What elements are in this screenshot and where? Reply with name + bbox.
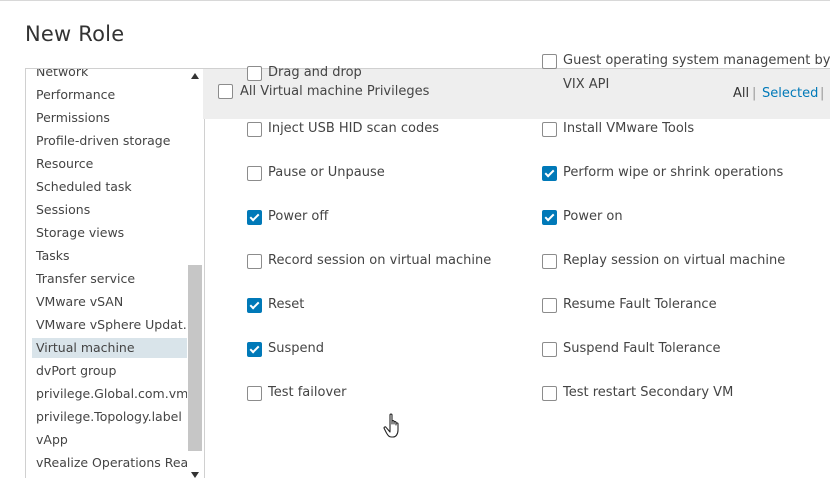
privilege-label: Reset: [268, 297, 305, 312]
privilege-label: Suspend Fault Tolerance: [563, 341, 721, 356]
privilege-label: Pause or Unpause: [268, 165, 385, 180]
category-item[interactable]: vRealize Operations Rea...: [32, 453, 188, 473]
category-item[interactable]: Transfer service: [32, 269, 188, 289]
privilege-label: Test restart Secondary VM: [563, 385, 734, 400]
filter-separator: |: [752, 86, 757, 101]
dialog-top-border: [0, 0, 830, 1]
privilege-label: Drag and drop: [268, 65, 362, 80]
category-item[interactable]: Permissions: [32, 108, 188, 128]
all-privileges-label: All Virtual machine Privileges: [240, 84, 430, 99]
privilege-checkbox[interactable]: [542, 210, 557, 225]
category-item[interactable]: Resource: [32, 154, 188, 174]
category-item[interactable]: vApp: [32, 430, 188, 450]
category-item[interactable]: Profile-driven storage: [32, 131, 188, 151]
privilege-label: Replay session on virtual machine: [563, 253, 786, 268]
category-item[interactable]: dvPort group: [32, 361, 188, 381]
privilege-label: Resume Fault Tolerance: [563, 297, 717, 312]
privilege-checkbox[interactable]: [247, 386, 262, 401]
privilege-checkbox[interactable]: [247, 254, 262, 269]
category-item[interactable]: VMware vSphere Updat...: [32, 315, 188, 335]
privilege-checkbox[interactable]: [247, 210, 262, 225]
category-item[interactable]: privilege.Global.com.vm...: [32, 384, 188, 404]
privilege-checkbox[interactable]: [247, 342, 262, 357]
hand-pointer-cursor-icon: [383, 413, 399, 438]
privilege-checkbox[interactable]: [247, 166, 262, 181]
scroll-thumb[interactable]: [188, 265, 202, 451]
privilege-checkbox[interactable]: [542, 166, 557, 181]
category-item[interactable]: VMware vSAN: [32, 292, 188, 312]
category-item[interactable]: Scheduled task: [32, 177, 188, 197]
category-item[interactable]: privilege.Topology.label: [32, 407, 188, 427]
privilege-checkbox[interactable]: [247, 298, 262, 313]
privilege-checkbox[interactable]: [247, 66, 262, 81]
filter-all-link[interactable]: All: [733, 86, 749, 101]
all-privileges-checkbox[interactable]: [218, 84, 233, 99]
category-list[interactable]: Network Performance Permissions Profile-dri…: [25, 68, 205, 478]
privilege-label: Power on: [563, 209, 623, 224]
dialog-title: New Role: [25, 22, 125, 46]
category-item[interactable]: Storage views: [32, 223, 188, 243]
privilege-checkbox[interactable]: [542, 122, 557, 137]
privilege-checkbox[interactable]: [542, 342, 557, 357]
privilege-label: Inject USB HID scan codes: [268, 121, 440, 136]
privilege-label: Test failover: [268, 385, 347, 400]
privilege-label-continued: VIX API: [563, 77, 610, 92]
privilege-label: Install VMware Tools: [563, 121, 695, 136]
category-item[interactable]: Performance: [32, 85, 188, 105]
privilege-label: Power off: [268, 209, 329, 224]
scroll-down-icon[interactable]: [191, 472, 199, 478]
privilege-label: Suspend: [268, 341, 325, 356]
scroll-up-icon[interactable]: [191, 73, 199, 79]
privileges-panel: All Virtual machine Privileges All | Sel…: [203, 53, 830, 478]
privilege-label: Guest operating system management by: [563, 53, 830, 68]
privilege-checkbox[interactable]: [542, 254, 557, 269]
category-item[interactable]: Tasks: [32, 246, 188, 266]
filter-selected-link[interactable]: Selected: [762, 86, 818, 101]
privilege-checkbox[interactable]: [247, 122, 262, 137]
privilege-checkbox[interactable]: [542, 54, 557, 69]
privilege-label: Perform wipe or shrink operations: [563, 165, 784, 180]
privilege-label: Record session on virtual machine: [268, 253, 492, 268]
privilege-checkbox[interactable]: [542, 298, 557, 313]
category-item[interactable]: Network: [32, 69, 188, 82]
category-scrollbar[interactable]: [187, 69, 203, 478]
category-item[interactable]: Virtual machine: [32, 338, 188, 358]
category-item[interactable]: Sessions: [32, 200, 188, 220]
filter-separator-end: |: [820, 86, 825, 101]
privilege-checkbox[interactable]: [542, 386, 557, 401]
